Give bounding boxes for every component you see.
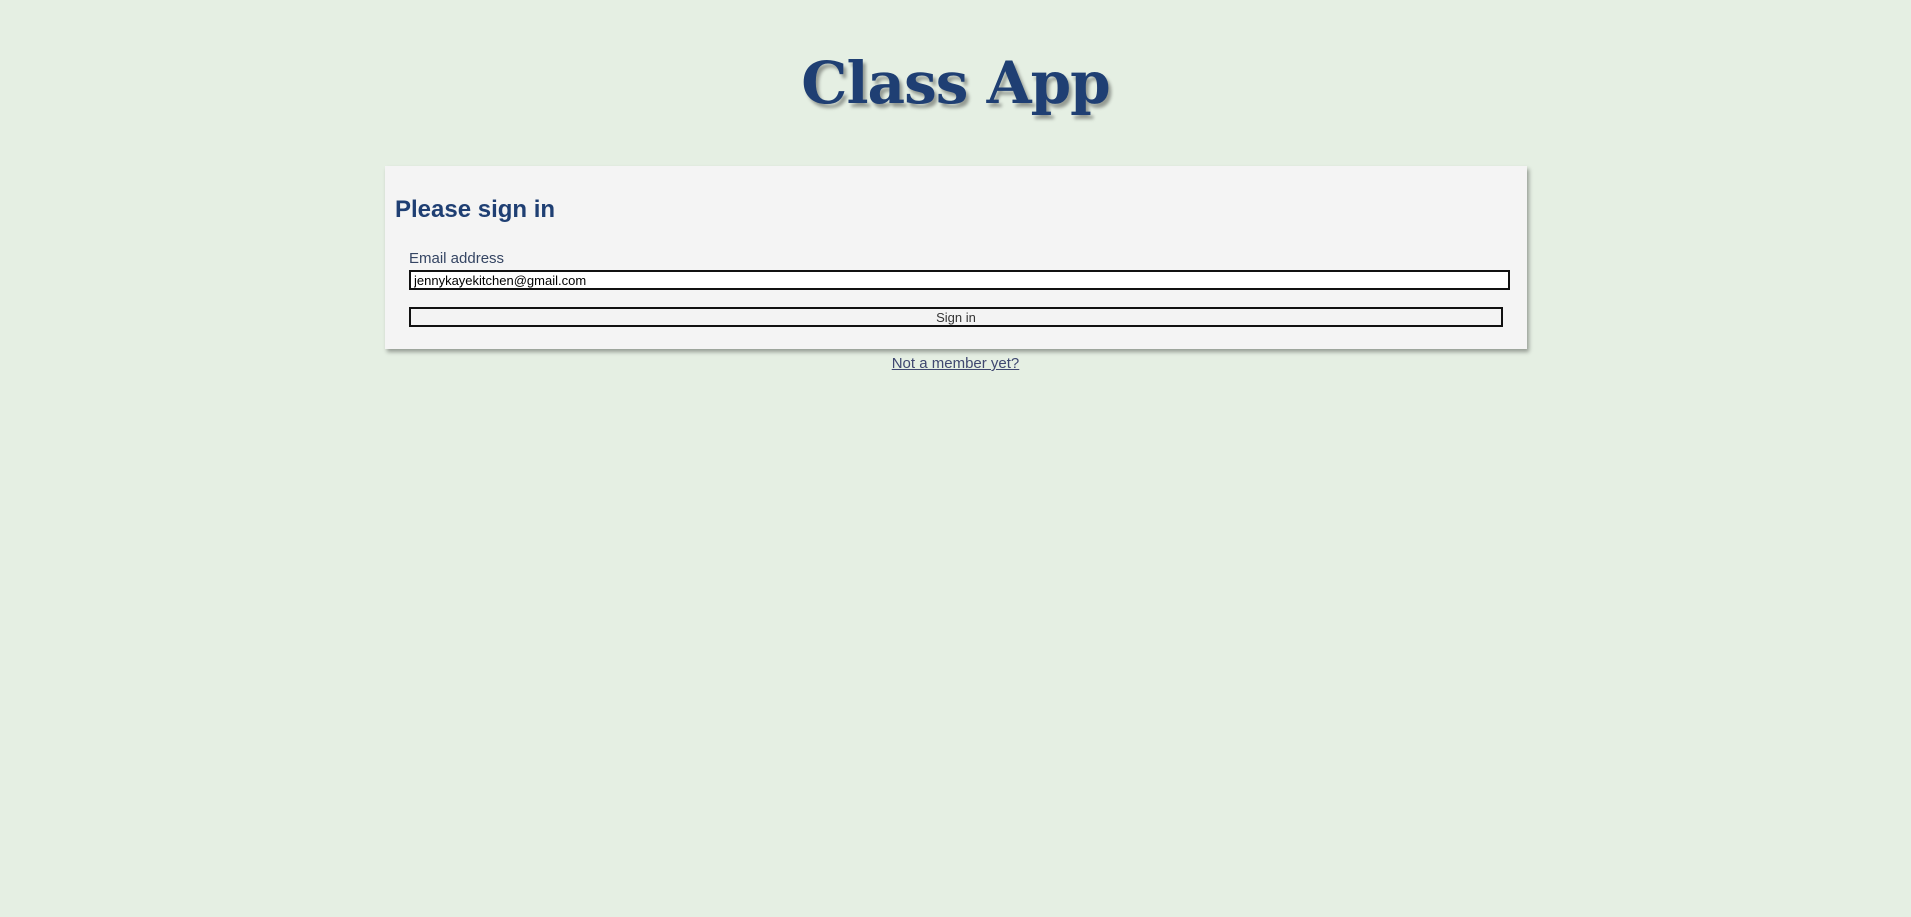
- signin-button[interactable]: Sign in: [409, 307, 1503, 327]
- email-label: Email address: [409, 250, 505, 267]
- email-field[interactable]: [409, 270, 1510, 290]
- login-page: Class App Please sign in Email address S…: [0, 0, 1911, 917]
- signin-title: Please sign in: [395, 196, 556, 223]
- app-logo: Class App: [801, 49, 1110, 117]
- signin-card: Please sign in Email address Sign in: [385, 166, 1527, 349]
- register-link-wrapper: Not a member yet?: [0, 355, 1911, 372]
- register-link[interactable]: Not a member yet?: [892, 355, 1020, 372]
